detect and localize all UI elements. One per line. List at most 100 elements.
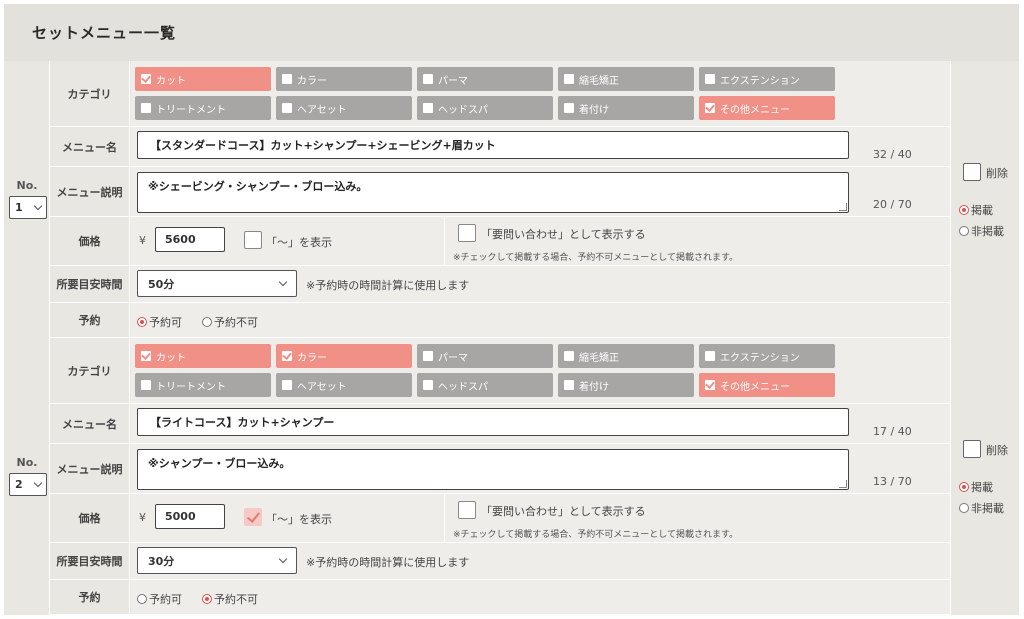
published-option[interactable]: 掲載 bbox=[959, 202, 993, 218]
checkbox-icon bbox=[564, 74, 574, 84]
checkbox-icon bbox=[282, 103, 292, 113]
resize-handle-icon[interactable] bbox=[839, 203, 847, 211]
category-label: 縮毛矯正 bbox=[579, 75, 619, 87]
category-toggle[interactable]: エクステンション bbox=[699, 67, 835, 91]
row-menu-name: メニュー名 【ライトコース】カット+シャンプー 17 / 40 bbox=[50, 404, 950, 444]
category-toggle[interactable]: その他メニュー bbox=[699, 373, 835, 397]
menu-desc-content: ※シャンプー・ブロー込み。 13 / 70 bbox=[131, 444, 950, 493]
published-label: 掲載 bbox=[971, 481, 993, 494]
checkbox-icon bbox=[564, 103, 574, 113]
chevron-down-icon bbox=[33, 201, 43, 211]
category-label: トリートメント bbox=[156, 381, 226, 393]
category-toggle[interactable]: ヘッドスパ bbox=[417, 373, 553, 397]
row-duration: 所要目安時間 30分 ※予約時の時間計算に使用します bbox=[50, 543, 950, 580]
duration-note: ※予約時の時間計算に使用します bbox=[306, 279, 470, 292]
category-toggle[interactable]: 着付け bbox=[558, 373, 694, 397]
checkbox-checked-icon bbox=[141, 351, 151, 361]
category-label: 縮毛矯正 bbox=[579, 352, 619, 364]
category-toggle[interactable]: カット bbox=[135, 344, 271, 368]
unpublished-option[interactable]: 非掲載 bbox=[959, 223, 1004, 239]
not-reservable-option[interactable]: 予約不可 bbox=[202, 591, 258, 607]
checkbox-icon bbox=[423, 351, 433, 361]
menu-description-textarea[interactable]: ※シャンプー・ブロー込み。 bbox=[137, 449, 849, 490]
delete-checkbox[interactable] bbox=[963, 440, 981, 458]
tilde-display-checkbox[interactable] bbox=[244, 231, 262, 249]
category-toggle[interactable]: ヘアセット bbox=[276, 373, 412, 397]
radio-icon bbox=[959, 503, 969, 513]
tilde-display-label: 「〜」を表示 bbox=[266, 236, 332, 249]
inquiry-label: 「要問い合わせ」として表示する bbox=[481, 228, 646, 241]
price-label: 価格 bbox=[50, 494, 130, 542]
checkbox-checked-icon bbox=[705, 380, 715, 390]
reservation-label: 予約 bbox=[50, 580, 130, 614]
price-input[interactable]: 5600 bbox=[155, 227, 225, 252]
price-label: 価格 bbox=[50, 217, 130, 265]
category-toggle[interactable]: パーマ bbox=[417, 67, 553, 91]
published-label: 掲載 bbox=[971, 204, 993, 217]
tilde-display-checkbox[interactable] bbox=[244, 508, 262, 526]
menu-name-value: 【ライトコース】カット+シャンプー bbox=[150, 416, 335, 429]
category-toggle[interactable]: 縮毛矯正 bbox=[558, 67, 694, 91]
reservable-option[interactable]: 予約可 bbox=[137, 591, 182, 607]
category-toggle[interactable]: その他メニュー bbox=[699, 96, 835, 120]
delete-label: 削除 bbox=[986, 444, 1008, 457]
chevron-down-icon bbox=[278, 554, 288, 564]
inquiry-checkbox[interactable] bbox=[458, 501, 476, 519]
delete-checkbox[interactable] bbox=[963, 163, 981, 181]
entry-number-select[interactable]: 2 bbox=[9, 473, 47, 496]
radio-selected-icon bbox=[137, 317, 147, 327]
menu-desc-label: メニュー説明 bbox=[50, 167, 130, 216]
category-label: エクステンション bbox=[720, 75, 800, 87]
category-toggle[interactable]: ヘアセット bbox=[276, 96, 412, 120]
checkbox-checked-icon bbox=[282, 351, 292, 361]
price-divider bbox=[444, 217, 445, 265]
published-option[interactable]: 掲載 bbox=[959, 479, 993, 495]
category-label: カラー bbox=[297, 75, 327, 87]
row-price: 価格 ¥5600 「〜」を表示 「要問い合わせ」として表示する ※チェックして掲載する場… bbox=[50, 217, 950, 266]
duration-content: 30分 ※予約時の時間計算に使用します bbox=[131, 543, 950, 579]
not-reservable-option[interactable]: 予約不可 bbox=[202, 314, 258, 330]
category-toggle[interactable]: ヘッドスパ bbox=[417, 96, 553, 120]
row-category: カテゴリ カット カラー パーマ 縮毛矯正 エクステンション トリートメント ヘアセット ヘッド… bbox=[50, 338, 950, 404]
price-content: ¥5000 「〜」を表示 「要問い合わせ」として表示する ※チェックして掲載する場合、… bbox=[131, 494, 950, 542]
checkbox-icon bbox=[141, 103, 151, 113]
category-label: カット bbox=[156, 75, 186, 87]
entry-number-value: 2 bbox=[15, 478, 23, 491]
category-toggle[interactable]: エクステンション bbox=[699, 344, 835, 368]
category-toggle[interactable]: カット bbox=[135, 67, 271, 91]
entry-actions-column: 削除掲載非掲載 bbox=[950, 338, 1019, 615]
category-toggle[interactable]: カラー bbox=[276, 344, 412, 368]
category-toggle[interactable]: カラー bbox=[276, 67, 412, 91]
inquiry-note: ※チェックして掲載する場合、予約不可メニューとして掲載されます。 bbox=[453, 253, 739, 263]
reservable-option[interactable]: 予約可 bbox=[137, 314, 182, 330]
reservation-content: 予約可 予約不可 bbox=[131, 580, 950, 614]
resize-handle-icon[interactable] bbox=[839, 480, 847, 488]
category-toggle[interactable]: 着付け bbox=[558, 96, 694, 120]
duration-note: ※予約時の時間計算に使用します bbox=[306, 556, 470, 569]
menu-description-textarea[interactable]: ※シェービング・シャンプー・ブロー込み。 bbox=[137, 172, 849, 213]
menu-name-input[interactable]: 【ライトコース】カット+シャンプー bbox=[137, 408, 849, 436]
entry-number-select[interactable]: 1 bbox=[9, 196, 47, 219]
chevron-down-icon bbox=[33, 478, 43, 488]
duration-content: 50分 ※予約時の時間計算に使用します bbox=[131, 266, 950, 302]
duration-select[interactable]: 50分 bbox=[137, 270, 297, 297]
unpublished-option[interactable]: 非掲載 bbox=[959, 500, 1004, 516]
duration-value: 50分 bbox=[148, 277, 175, 291]
menu-name-input[interactable]: 【スタンダードコース】カット+シャンプー+シェービング+眉カット bbox=[137, 131, 849, 159]
price-input[interactable]: 5000 bbox=[155, 504, 225, 529]
category-toggle[interactable]: 縮毛矯正 bbox=[558, 344, 694, 368]
set-menu-list-page: セットメニュー一覧 No. 1 カテゴリ カット カラー パーマ 縮毛矯正 エクステンショント… bbox=[0, 0, 1024, 619]
category-label: カット bbox=[156, 352, 186, 364]
delete-label: 削除 bbox=[986, 167, 1008, 180]
duration-select[interactable]: 30分 bbox=[137, 547, 297, 574]
tilde-display-label: 「〜」を表示 bbox=[266, 513, 332, 526]
inquiry-checkbox[interactable] bbox=[458, 224, 476, 242]
category-toggle[interactable]: パーマ bbox=[417, 344, 553, 368]
category-toggle[interactable]: トリートメント bbox=[135, 96, 271, 120]
menu-name-counter: 17 / 40 bbox=[873, 425, 912, 438]
page-header: セットメニュー一覧 bbox=[4, 4, 1019, 61]
duration-label: 所要目安時間 bbox=[50, 266, 130, 302]
category-label: カラー bbox=[297, 352, 327, 364]
category-toggle[interactable]: トリートメント bbox=[135, 373, 271, 397]
entry-number-column: No. 1 bbox=[4, 61, 50, 338]
